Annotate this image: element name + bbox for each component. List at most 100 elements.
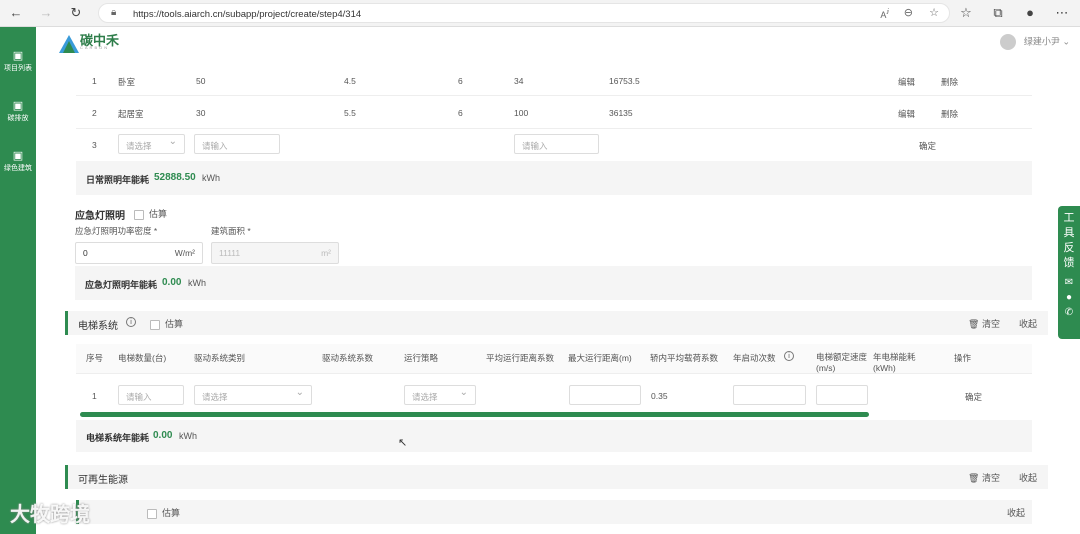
collections-icon[interactable]: ⧉: [990, 5, 1006, 21]
table-row-new: 3 请选择 请输入 请输入 确定: [76, 130, 1032, 160]
horizontal-scrollbar[interactable]: [80, 412, 869, 417]
edit-button[interactable]: 编辑: [898, 76, 915, 88]
sidebar-item-carbon[interactable]: ▣ 碳排放: [0, 99, 36, 123]
elevator-table-header: 序号 电梯数量(台) 驱动系统类别 驱动系统系数 运行策略 平均运行距离系数 最…: [76, 344, 1032, 374]
favorite-add-icon[interactable]: ☆: [929, 6, 939, 19]
speed-input[interactable]: [816, 385, 868, 405]
mail-icon[interactable]: ✉: [1058, 275, 1080, 290]
total-unit: kWh: [188, 278, 206, 288]
favorites-icon[interactable]: ☆: [958, 5, 974, 21]
confirm-button[interactable]: 确定: [965, 391, 982, 403]
emergency-total: 应急灯照明年能耗 0.00 kWh: [75, 266, 1032, 300]
clear-label: 清空: [981, 473, 1000, 483]
room-select[interactable]: 请选择: [118, 134, 185, 154]
wechat-icon[interactable]: ●: [1058, 290, 1080, 305]
elevator-section-header: 电梯系统 i 估算 🗑︎ 清空 收起: [65, 311, 1048, 335]
elevator-total: 电梯系统年能耗 0.00 kWh: [76, 420, 1032, 452]
estimate-checkbox[interactable]: 估算: [150, 317, 183, 330]
clear-button[interactable]: 🗑︎ 清空: [968, 471, 1000, 484]
refresh-icon[interactable]: ↻: [68, 5, 84, 21]
area-value: 30: [196, 108, 206, 118]
column-header: 电梯额定速度 (m/s): [816, 352, 868, 373]
estimate-checkbox[interactable]: 估算: [134, 207, 167, 220]
info-icon[interactable]: i: [784, 351, 794, 361]
feedback-tab[interactable]: 工具反馈 ✉ ● ✆: [1058, 206, 1080, 339]
building-icon: ▣: [12, 100, 24, 112]
total-unit: kWh: [202, 173, 220, 183]
column-header: 平均运行距离系数: [486, 353, 555, 363]
phone-icon[interactable]: ✆: [1058, 305, 1080, 320]
area-value: 50: [196, 76, 206, 86]
delete-button[interactable]: 删除: [941, 76, 958, 88]
sidebar-item-label: 绿色建筑: [4, 165, 32, 172]
logo-icon: [59, 35, 79, 53]
zoom-icon[interactable]: ⊖: [904, 6, 913, 19]
cursor-icon: ↖: [398, 437, 408, 449]
clear-label: 清空: [981, 319, 1000, 329]
room-name: 起居室: [118, 109, 144, 119]
watermark: 大牧跨境: [10, 498, 90, 527]
profile-icon[interactable]: ●: [1022, 5, 1038, 21]
section-title: 电梯系统: [78, 321, 118, 332]
area-input[interactable]: 11111 m²: [211, 242, 339, 264]
lighting-total: 日常照明年能耗 52888.50 kWh: [76, 161, 1032, 195]
total-label: 电梯系统年能耗: [86, 433, 150, 443]
area-unit: m²: [321, 248, 331, 258]
input-placeholder: 请输入: [126, 392, 152, 402]
edit-button[interactable]: 编辑: [898, 108, 915, 120]
collapse-button[interactable]: 收起: [1019, 317, 1037, 330]
browser-toolbar: ← → ↻ 🔒︎ https://tools.aiarch.cn/subapp/…: [0, 0, 1080, 27]
total-value: 0.00: [153, 430, 173, 441]
renewable-subsection-header: 估算 收起: [76, 500, 1032, 524]
delete-button[interactable]: 删除: [941, 108, 958, 120]
density-value: 4.5: [344, 76, 356, 86]
density-input[interactable]: 0 W/m²: [75, 242, 203, 264]
select-placeholder: 请选择: [412, 392, 438, 402]
estimate-checkbox[interactable]: 估算: [147, 506, 180, 519]
forward-icon[interactable]: →: [38, 5, 54, 21]
density-label: 应急灯照明功率密度 *: [75, 226, 158, 236]
confirm-button[interactable]: 确定: [919, 140, 936, 152]
strategy-select[interactable]: 请选择: [404, 385, 476, 405]
count-input[interactable]: 请输入: [118, 385, 184, 405]
total-value: 52888.50: [154, 172, 196, 183]
input-placeholder: 请输入: [202, 141, 228, 151]
url-text: https://tools.aiarch.cn/subapp/project/c…: [133, 9, 362, 20]
column-header: 驱动系统类别: [194, 353, 246, 363]
days-value: 34: [514, 76, 524, 86]
input-placeholder: 请输入: [522, 141, 548, 151]
table-row: 2 起居室 30 5.5 6 100 36135 编辑 删除: [76, 97, 1032, 129]
hours-value: 6: [458, 108, 463, 118]
sidebar-item-green-building[interactable]: ▣ 绿色建筑: [0, 149, 36, 173]
drive-type-select[interactable]: 请选择: [194, 385, 312, 405]
starts-input[interactable]: [733, 385, 806, 405]
more-icon[interactable]: ⋯: [1054, 5, 1070, 21]
renewable-section-header: 可再生能源 🗑︎ 清空 收起: [65, 465, 1048, 489]
column-header: 轿内平均载荷系数: [650, 353, 719, 363]
clear-button[interactable]: 🗑︎ 清空: [968, 317, 1000, 330]
feedback-label: 工具反馈: [1063, 212, 1075, 269]
area-input[interactable]: 请输入: [194, 134, 280, 154]
read-aloud-icon[interactable]: Aⅈ: [880, 7, 889, 20]
section-title: 可再生能源: [78, 475, 128, 486]
density-value: 0: [83, 248, 88, 258]
collapse-button[interactable]: 收起: [1019, 471, 1037, 484]
days-input[interactable]: 请输入: [514, 134, 599, 154]
info-icon[interactable]: i: [126, 317, 136, 327]
trash-icon: 🗑︎: [968, 473, 982, 483]
sidebar-item-label: 项目列表: [4, 65, 32, 72]
address-bar[interactable]: 🔒︎ https://tools.aiarch.cn/subapp/projec…: [98, 3, 950, 23]
row-number: 1: [92, 391, 97, 401]
sidebar-item-projects[interactable]: ▣ 项目列表: [0, 49, 36, 73]
max-distance-input[interactable]: [569, 385, 641, 405]
app-header: 碳中禾 CARBON 绿建小尹 ⌄: [36, 27, 1080, 60]
trash-icon: 🗑︎: [968, 319, 982, 329]
column-header: 电梯数量(台): [118, 353, 167, 363]
density-value: 5.5: [344, 108, 356, 118]
back-icon[interactable]: ←: [8, 5, 24, 21]
user-menu[interactable]: 绿建小尹 ⌄: [1000, 34, 1070, 50]
collapse-button[interactable]: 收起: [1007, 506, 1025, 519]
density-unit: W/m²: [174, 248, 195, 258]
estimate-label: 估算: [149, 209, 168, 219]
select-placeholder: 请选择: [202, 392, 228, 402]
